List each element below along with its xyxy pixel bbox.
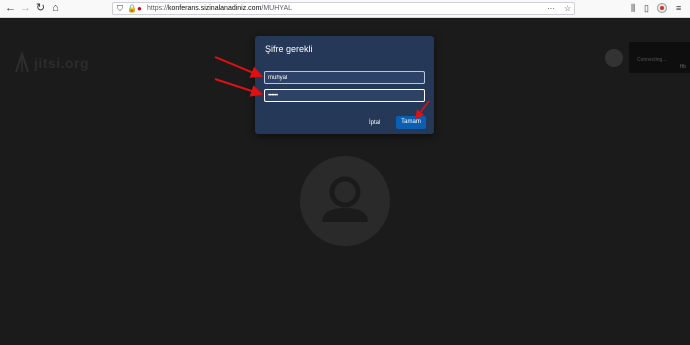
arrow-to-ok-button xyxy=(415,100,430,120)
arrow-to-password xyxy=(214,78,263,97)
annotation-arrows xyxy=(214,56,430,120)
arrow-to-username xyxy=(214,56,263,78)
